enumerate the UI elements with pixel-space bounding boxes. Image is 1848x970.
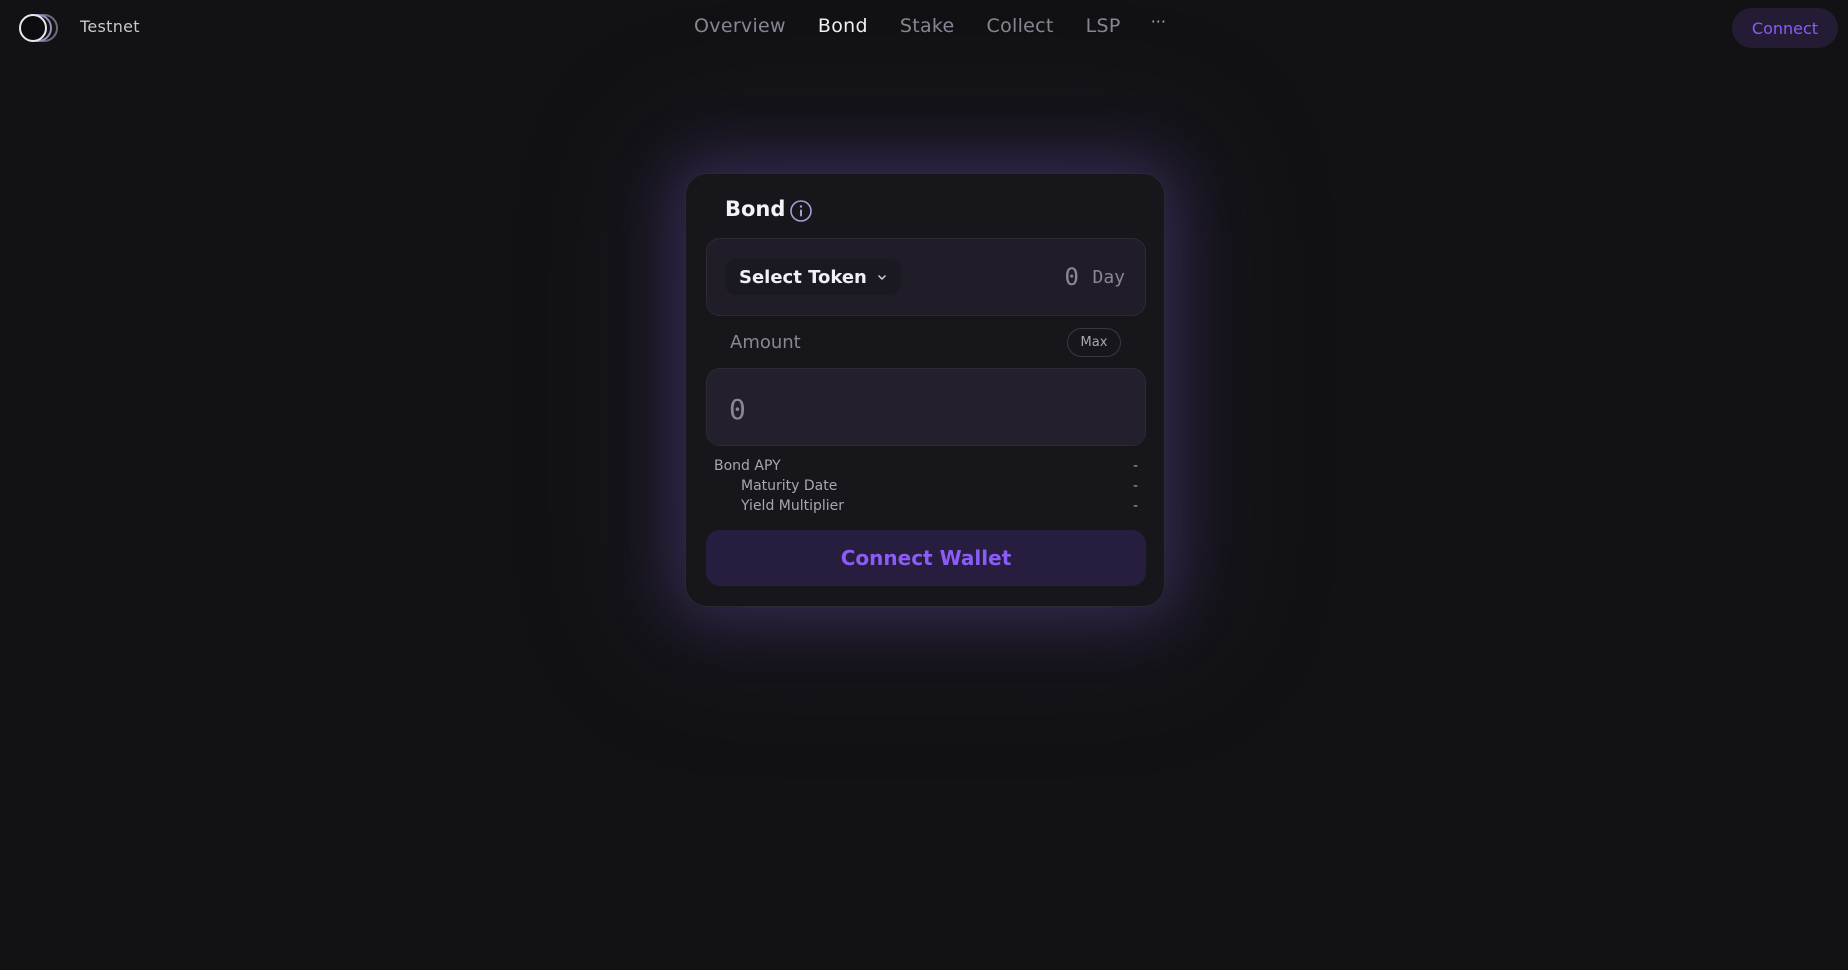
main-nav: Overview Bond Stake Collect LSP ··· <box>0 12 1848 38</box>
stat-label: Bond APY <box>714 458 781 474</box>
stat-value: - <box>1132 458 1138 474</box>
card-title: Bond <box>725 197 786 221</box>
nav-item-lsp[interactable]: LSP <box>1070 15 1137 37</box>
connect-button[interactable]: Connect <box>1732 8 1838 48</box>
amount-input[interactable] <box>729 391 1109 427</box>
nav-item-collect[interactable]: Collect <box>971 15 1070 37</box>
nav-item-stake[interactable]: Stake <box>884 15 971 37</box>
day-value: 0 <box>1064 263 1079 291</box>
select-token-label: Select Token <box>739 266 867 288</box>
chevron-down-icon <box>877 275 886 280</box>
bond-card: Bond Select Token 0 Day Amount Max Bond … <box>685 173 1165 607</box>
info-icon[interactable] <box>789 199 813 223</box>
top-bar: Testnet Overview Bond Stake Collect LSP … <box>0 0 1848 56</box>
stat-label: Maturity Date <box>741 478 838 494</box>
select-token-dropdown[interactable]: Select Token <box>725 259 901 295</box>
max-button[interactable]: Max <box>1067 328 1121 357</box>
connect-wallet-button[interactable]: Connect Wallet <box>706 530 1146 586</box>
nav-item-bond[interactable]: Bond <box>802 15 884 37</box>
token-selector-panel: Select Token 0 Day <box>706 238 1146 316</box>
amount-field-container <box>706 368 1146 446</box>
stat-value: - <box>1132 478 1138 494</box>
more-menu-icon[interactable]: ··· <box>1137 12 1180 31</box>
stat-value: - <box>1132 498 1138 514</box>
amount-label: Amount <box>730 332 801 353</box>
day-unit: Day <box>1092 267 1125 288</box>
nav-item-overview[interactable]: Overview <box>678 15 802 37</box>
stat-label: Yield Multiplier <box>741 498 845 514</box>
